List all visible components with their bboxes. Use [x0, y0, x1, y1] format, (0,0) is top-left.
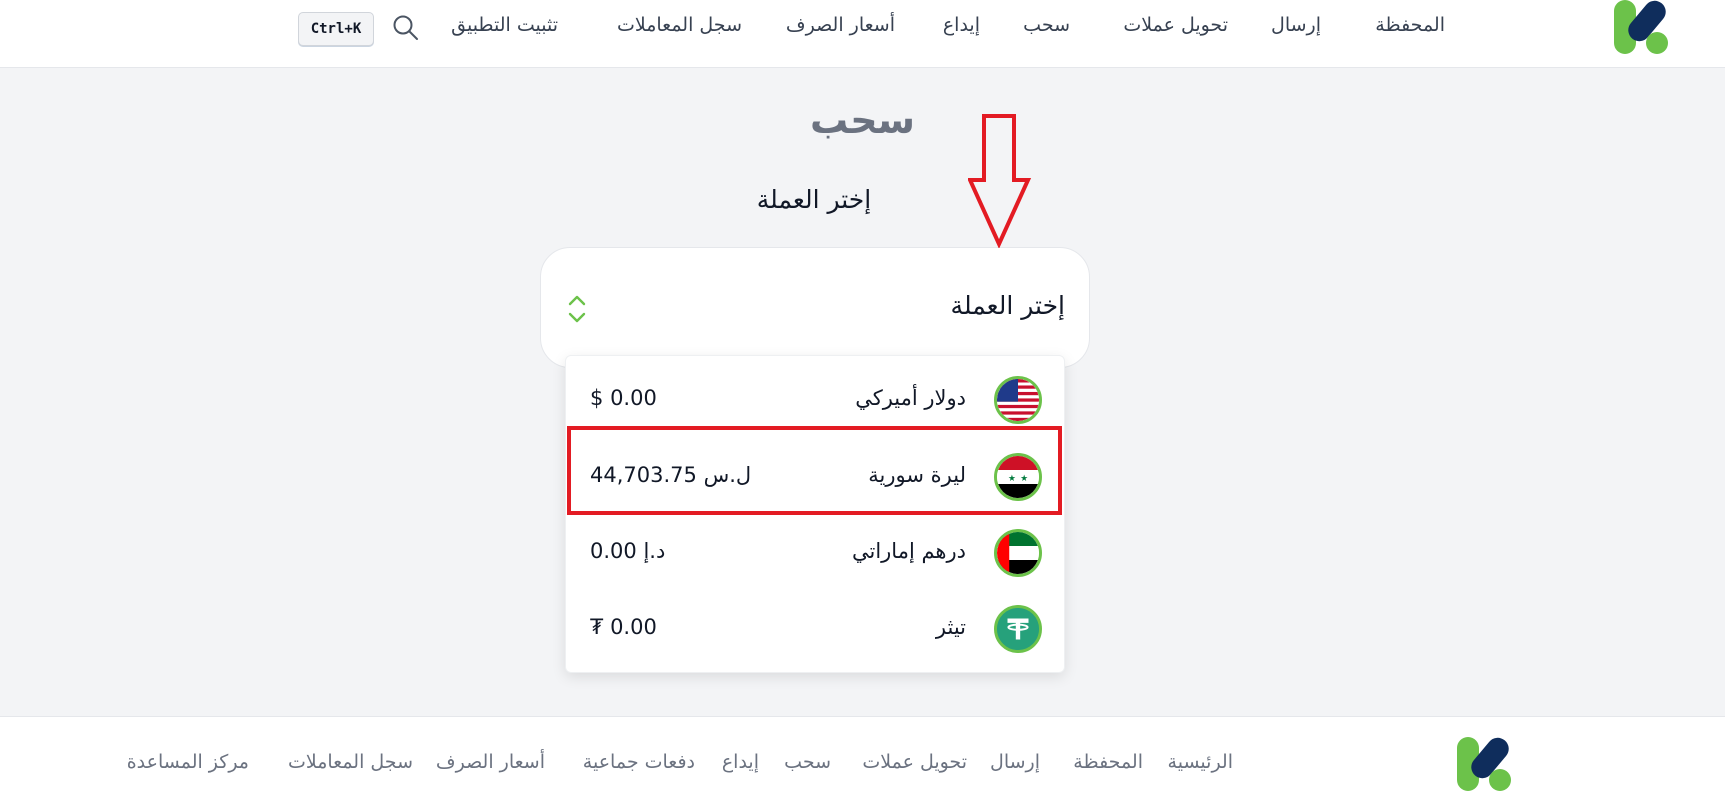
search-shortcut-button[interactable]: Ctrl+K	[298, 12, 374, 46]
currency-amount: 44,703.75	[590, 463, 697, 487]
nav-install-app[interactable]: تثبيت التطبيق	[451, 14, 558, 36]
currency-amount: 0.00	[610, 386, 657, 410]
currency-symbol: $	[590, 386, 604, 410]
currency-option-syp[interactable]: ★ ★ ليرة سورية ل.س 44,703.75	[566, 439, 1066, 515]
tether-icon	[994, 605, 1042, 653]
currency-amount: 0.00	[590, 539, 637, 563]
currency-option-usd[interactable]: دولار أميركي $ 0.00	[566, 362, 1066, 438]
footer-logo[interactable]	[1455, 733, 1514, 793]
currency-select-value: إختر العملة	[950, 291, 1065, 320]
nav-withdraw[interactable]: سحب	[1023, 14, 1070, 36]
currency-select[interactable]: إختر العملة	[540, 247, 1090, 368]
currency-balance: ₮ 0.00	[590, 615, 657, 639]
footer-link-send[interactable]: إرسال	[990, 751, 1040, 773]
footer-link-deposit[interactable]: إيداع	[722, 751, 759, 773]
footer: الرئيسية المحفظة إرسال تحويل عملات سحب إ…	[0, 716, 1725, 806]
currency-balance: $ 0.00	[590, 386, 657, 410]
footer-link-withdraw[interactable]: سحب	[784, 751, 831, 773]
us-flag-icon	[994, 376, 1042, 424]
footer-link-bulk-payments[interactable]: دفعات جماعية	[583, 751, 695, 773]
currency-select-label: إختر العملة	[756, 185, 872, 214]
top-header: المحفظة إرسال تحويل عملات سحب إيداع أسعا…	[0, 0, 1725, 68]
footer-link-help-center[interactable]: مركز المساعدة	[127, 751, 249, 773]
nav-send[interactable]: إرسال	[1271, 14, 1321, 36]
currency-option-aed[interactable]: درهم إماراتي د.إ 0.00	[566, 515, 1066, 591]
footer-link-exchange[interactable]: تحويل عملات	[862, 751, 967, 773]
nav-deposit[interactable]: إيداع	[943, 14, 980, 36]
search-icon[interactable]	[392, 14, 420, 42]
currency-symbol: ل.س	[703, 463, 752, 487]
nav-exchange-rates[interactable]: أسعار الصرف	[786, 14, 895, 36]
currency-balance: ل.س 44,703.75	[590, 463, 751, 487]
chevron-up-down-icon	[568, 295, 586, 323]
currency-balance: د.إ 0.00	[590, 539, 665, 563]
footer-link-wallet[interactable]: المحفظة	[1073, 751, 1143, 773]
currency-symbol: ₮	[590, 615, 604, 639]
footer-link-transactions[interactable]: سجل المعاملات	[288, 751, 413, 773]
nav-wallet[interactable]: المحفظة	[1375, 14, 1445, 36]
down-arrow-annotation	[968, 114, 1032, 248]
footer-link-exchange-rates[interactable]: أسعار الصرف	[436, 751, 545, 773]
main-nav: المحفظة إرسال تحويل عملات سحب إيداع أسعا…	[0, 0, 1725, 68]
currency-dropdown: دولار أميركي $ 0.00 ★ ★ ليرة سورية ل.س 4…	[565, 355, 1065, 673]
nav-exchange[interactable]: تحويل عملات	[1123, 14, 1228, 36]
syria-flag-icon: ★ ★	[994, 453, 1042, 501]
page-title: سحب	[810, 98, 915, 142]
currency-option-usdt[interactable]: تيثر ₮ 0.00	[566, 591, 1066, 667]
currency-name: ليرة سورية	[868, 463, 966, 487]
nav-transactions[interactable]: سجل المعاملات	[617, 14, 742, 36]
currency-name: دولار أميركي	[855, 386, 966, 410]
svg-text:★: ★	[1020, 474, 1028, 484]
footer-link-home[interactable]: الرئيسية	[1168, 751, 1233, 773]
svg-text:★: ★	[1008, 474, 1016, 484]
currency-name: درهم إماراتي	[851, 539, 966, 563]
uae-flag-icon	[994, 529, 1042, 577]
currency-symbol: د.إ	[643, 539, 666, 563]
currency-name: تيثر	[935, 615, 966, 639]
currency-amount: 0.00	[610, 615, 657, 639]
